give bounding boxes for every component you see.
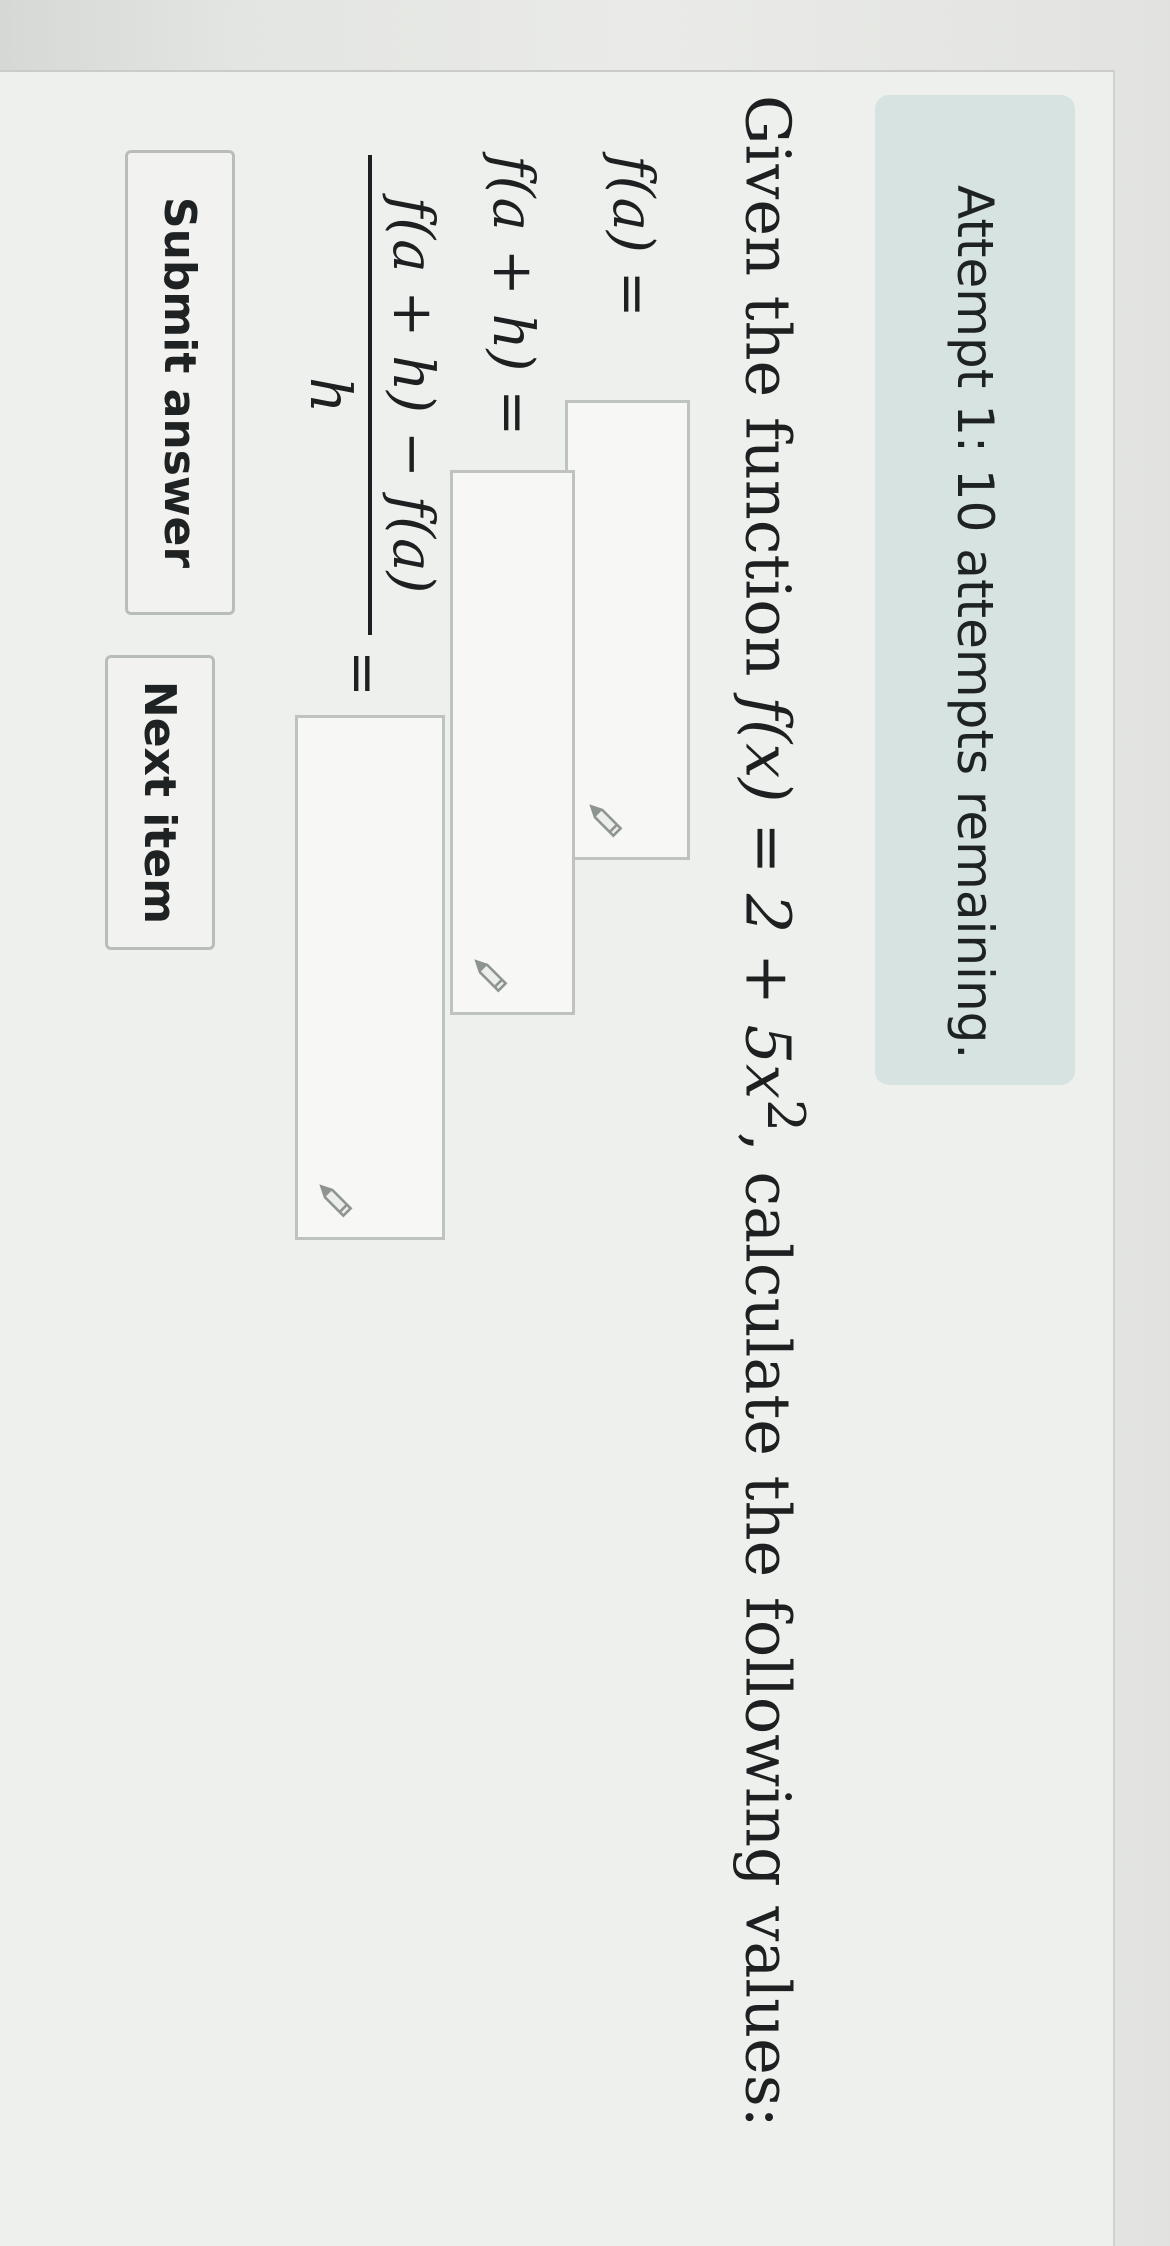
submit-answer-button[interactable]: Submit answer: [125, 150, 235, 615]
fraction-denominator: h: [297, 376, 362, 414]
pencil-icon[interactable]: [469, 954, 513, 998]
answer-input-fa[interactable]: [565, 400, 690, 860]
pencil-icon[interactable]: [584, 799, 628, 843]
pencil-icon[interactable]: [314, 1179, 358, 1223]
attempt-text: Attempt 1: 10 attempts remaining.: [946, 185, 1004, 1060]
answer-input-quotient[interactable]: [295, 715, 445, 1240]
fraction-numerator: f(a + h) − f(a): [380, 196, 445, 594]
fraction-bar: [368, 155, 372, 635]
difference-quotient: f(a + h) − f(a) h: [297, 155, 445, 635]
attempt-banner: Attempt 1: 10 attempts remaining.: [875, 95, 1075, 1085]
prompt-exponent: 2: [755, 1099, 815, 1132]
page-stage: Attempt 1: 10 attempts remaining. Given …: [0, 0, 1170, 2246]
prompt-function: f(x) = 2 + 5x: [731, 696, 805, 1100]
prompt-intro: Given the function: [731, 95, 805, 697]
row-label-fah: f(a + h) =: [480, 155, 545, 437]
equals-sign: =: [330, 650, 395, 697]
next-item-button[interactable]: Next item: [105, 655, 215, 950]
prompt-outro: , calculate the following values:: [731, 1131, 805, 2128]
answer-input-fah[interactable]: [450, 470, 575, 1015]
row-label-fa: f(a) =: [600, 155, 665, 318]
question-prompt: Given the function f(x) = 2 + 5x2, calcu…: [731, 95, 815, 2128]
